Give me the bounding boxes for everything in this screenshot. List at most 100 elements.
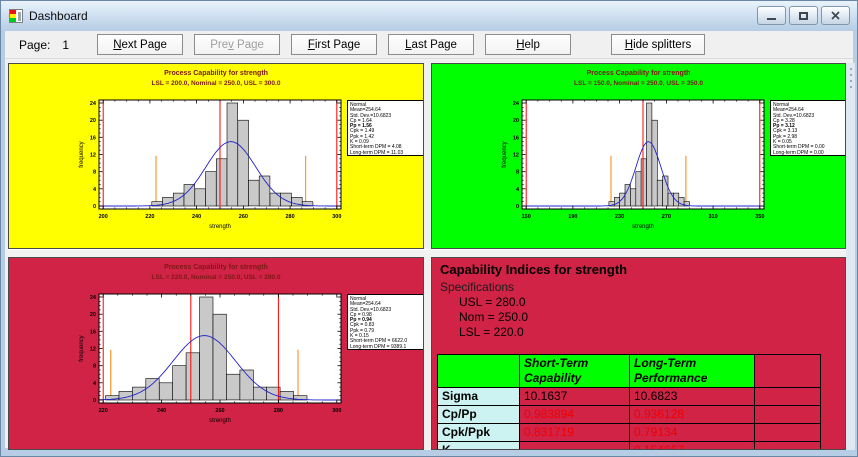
table-header-cell: Short-Term Capability bbox=[520, 355, 630, 388]
histogram-bar bbox=[226, 374, 239, 400]
histogram-bar bbox=[636, 172, 641, 206]
toolbar: Page: 1 Next Page Prev Page First Page Last… bbox=[5, 31, 853, 59]
table-value-cell: 0.154667 bbox=[630, 442, 755, 450]
close-icon bbox=[831, 11, 840, 20]
capability-table: Short-Term CapabilityLong-Term Performan… bbox=[437, 354, 821, 450]
svg-text:280: 280 bbox=[286, 214, 295, 220]
table-value-cell: 0.936128 bbox=[630, 406, 755, 424]
table-row-label: Sigma bbox=[438, 388, 520, 406]
svg-text:310: 310 bbox=[709, 214, 718, 220]
svg-text:8: 8 bbox=[516, 170, 519, 176]
svg-text:8: 8 bbox=[93, 364, 96, 370]
specifications-list: USL = 280.0Nom = 250.0LSL = 220.0 bbox=[459, 295, 528, 340]
svg-text:0: 0 bbox=[93, 204, 96, 210]
histogram-bar bbox=[647, 103, 652, 206]
histogram-bar bbox=[630, 189, 635, 206]
svg-text:300: 300 bbox=[332, 214, 341, 220]
svg-text:260: 260 bbox=[239, 214, 248, 220]
page-number: 1 bbox=[62, 38, 69, 52]
histogram-bar bbox=[620, 193, 625, 206]
spec-value: Nom = 250.0 bbox=[459, 310, 528, 325]
chart-panel-top-left[interactable]: Process Capability for strengthLSL = 200… bbox=[8, 63, 424, 249]
table-empty-cell bbox=[755, 442, 821, 450]
minimize-button[interactable] bbox=[757, 6, 786, 25]
first-page-button[interactable]: First Page bbox=[291, 34, 377, 55]
histogram-bar bbox=[163, 197, 174, 206]
svg-text:20: 20 bbox=[90, 118, 96, 124]
table-value-cell: 0.79134 bbox=[630, 424, 755, 442]
histogram-bar bbox=[641, 159, 646, 206]
table-row-label: Cpk/Ppk bbox=[438, 424, 520, 442]
stats-legend-box: NormalMean=254.64Std. Dev.=10.6823Cp = 0… bbox=[347, 294, 424, 350]
table-empty-cell bbox=[755, 388, 821, 406]
dashboard-content: Process Capability for strengthLSL = 200… bbox=[5, 59, 853, 448]
y-axis-label: frequency bbox=[79, 335, 85, 361]
histogram-bar bbox=[213, 314, 226, 400]
histogram-bar bbox=[173, 366, 186, 400]
svg-text:350: 350 bbox=[755, 214, 764, 220]
histogram-bar bbox=[184, 185, 195, 207]
svg-text:12: 12 bbox=[513, 153, 519, 159]
chart-panel-top-right[interactable]: Process Capability for strengthLSL = 150… bbox=[431, 63, 846, 249]
next-page-button[interactable]: Next Page bbox=[97, 34, 183, 55]
page-label: Page: bbox=[19, 38, 50, 52]
prev-page-button[interactable]: Prev Page bbox=[194, 34, 280, 55]
capability-indices-panel[interactable]: Capability Indices for strength Specific… bbox=[431, 257, 846, 450]
histogram-bar bbox=[657, 180, 662, 206]
spec-value: USL = 280.0 bbox=[459, 295, 528, 310]
svg-text:4: 4 bbox=[93, 381, 97, 387]
table-value-cell: 0.983894 bbox=[520, 406, 630, 424]
title-bar[interactable]: Dashboard bbox=[1, 1, 857, 31]
svg-text:260: 260 bbox=[215, 408, 224, 414]
chart-title: Process Capability for strength bbox=[9, 70, 423, 77]
svg-text:24: 24 bbox=[90, 295, 97, 301]
hide-splitters-button[interactable]: Hide splitters bbox=[611, 34, 705, 55]
svg-text:24: 24 bbox=[513, 101, 520, 107]
splitter-grip-icon bbox=[850, 80, 852, 82]
histogram-bar bbox=[195, 189, 206, 206]
svg-text:0: 0 bbox=[516, 204, 519, 210]
dashboard-window: Dashboard Page: 1 Next Page Prev Page Firs… bbox=[0, 0, 858, 457]
histogram-bar bbox=[673, 193, 678, 206]
y-axis-label: frequency bbox=[79, 141, 85, 167]
horizontal-splitter[interactable] bbox=[8, 249, 846, 257]
right-splitter[interactable] bbox=[846, 63, 855, 450]
histogram-bar bbox=[173, 193, 184, 206]
histogram-bar bbox=[652, 120, 657, 206]
svg-text:240: 240 bbox=[192, 214, 201, 220]
histogram-bar bbox=[227, 103, 238, 206]
y-axis-label: frequency bbox=[502, 141, 508, 167]
last-page-button[interactable]: Last Page bbox=[388, 34, 474, 55]
window-title: Dashboard bbox=[29, 9, 88, 23]
svg-text:0: 0 bbox=[93, 398, 96, 404]
histogram-bar bbox=[249, 180, 260, 206]
help-button[interactable]: Help bbox=[485, 34, 571, 55]
maximize-button[interactable] bbox=[789, 6, 818, 25]
chart-panel-bottom-left[interactable]: Process Capability for strengthLSL = 220… bbox=[8, 257, 424, 450]
x-axis-label: strength bbox=[632, 224, 654, 230]
svg-text:4: 4 bbox=[516, 187, 520, 193]
svg-text:220: 220 bbox=[99, 408, 108, 414]
histogram-bar bbox=[132, 387, 145, 400]
histogram-bar bbox=[281, 193, 292, 206]
x-axis-label: strength bbox=[209, 224, 231, 230]
svg-text:12: 12 bbox=[90, 347, 96, 353]
svg-text:20: 20 bbox=[513, 118, 519, 124]
histogram-bar bbox=[270, 193, 281, 206]
table-empty-cell bbox=[755, 406, 821, 424]
histogram-bar bbox=[200, 297, 213, 400]
histogram-bar bbox=[186, 353, 199, 400]
close-button[interactable] bbox=[821, 6, 850, 25]
specifications-heading: Specifications bbox=[440, 280, 514, 294]
svg-text:4: 4 bbox=[93, 187, 97, 193]
app-icon-green bbox=[10, 18, 16, 22]
stats-legend-box: NormalMean=254.64Std. Dev.=10.6823Cp = 1… bbox=[347, 100, 424, 156]
table-row-label: Cp/Pp bbox=[438, 406, 520, 424]
minimize-icon bbox=[767, 12, 776, 20]
histogram-bar bbox=[146, 379, 159, 401]
svg-text:12: 12 bbox=[90, 153, 96, 159]
chart-subtitle: LSL = 220.0, Nominal = 250.0, USL = 280.… bbox=[9, 274, 423, 281]
svg-text:16: 16 bbox=[90, 329, 96, 335]
table-value-cell: 10.6823 bbox=[630, 388, 755, 406]
chart-subtitle: LSL = 150.0, Nominal = 250.0, USL = 350.… bbox=[432, 80, 845, 87]
